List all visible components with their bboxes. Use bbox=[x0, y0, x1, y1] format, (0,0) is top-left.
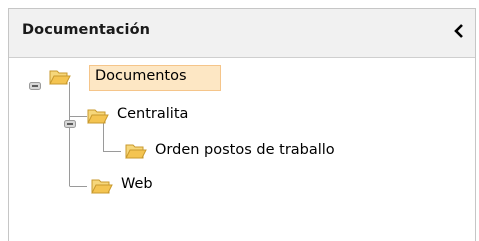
tree-node-label: Web bbox=[121, 176, 153, 192]
collapse-toggle-icon[interactable] bbox=[29, 75, 41, 90]
tree-node-label: Orden postos de traballo bbox=[155, 142, 335, 158]
folder-open-icon bbox=[49, 68, 71, 86]
folder-open-icon bbox=[87, 107, 109, 125]
folder-tree: Documentos Centralita Orden postos de tr… bbox=[9, 58, 475, 241]
tree-node-label: Documentos bbox=[95, 68, 187, 84]
collapse-toggle-icon[interactable] bbox=[64, 113, 76, 128]
tree-node-label: Centralita bbox=[117, 106, 189, 122]
chevron-left-icon[interactable] bbox=[451, 21, 469, 41]
panel-header: Documentación bbox=[9, 9, 475, 58]
folder-open-icon bbox=[91, 177, 113, 195]
documentation-panel: Documentación Documentos Centralita Orde… bbox=[8, 8, 476, 241]
folder-open-icon bbox=[125, 142, 147, 160]
panel-title: Documentación bbox=[22, 22, 151, 38]
